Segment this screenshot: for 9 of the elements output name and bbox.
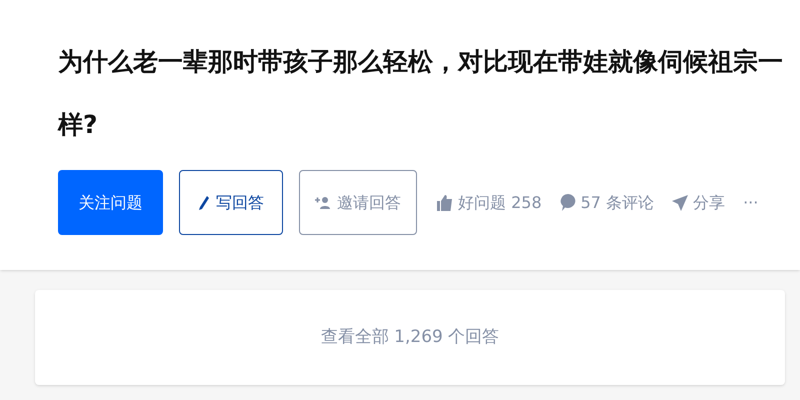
comments-button[interactable]: 57 条评论 — [560, 190, 654, 214]
more-button[interactable]: ··· — [743, 190, 758, 214]
good-question-button[interactable]: 好问题 258 — [437, 190, 542, 214]
share-button[interactable]: 分享 — [672, 190, 726, 214]
view-all-answers-button[interactable]: 查看全部 1,269 个回答 — [35, 290, 785, 385]
question-title: 为什么老一辈那时带孩子那么轻松，对比现在带娃就像伺候祖宗一样? — [58, 46, 784, 141]
write-answer-button[interactable]: 写回答 — [179, 170, 283, 235]
follow-question-button[interactable]: 关注问题 — [58, 170, 163, 235]
invite-answer-button[interactable]: 邀请回答 — [299, 170, 417, 235]
